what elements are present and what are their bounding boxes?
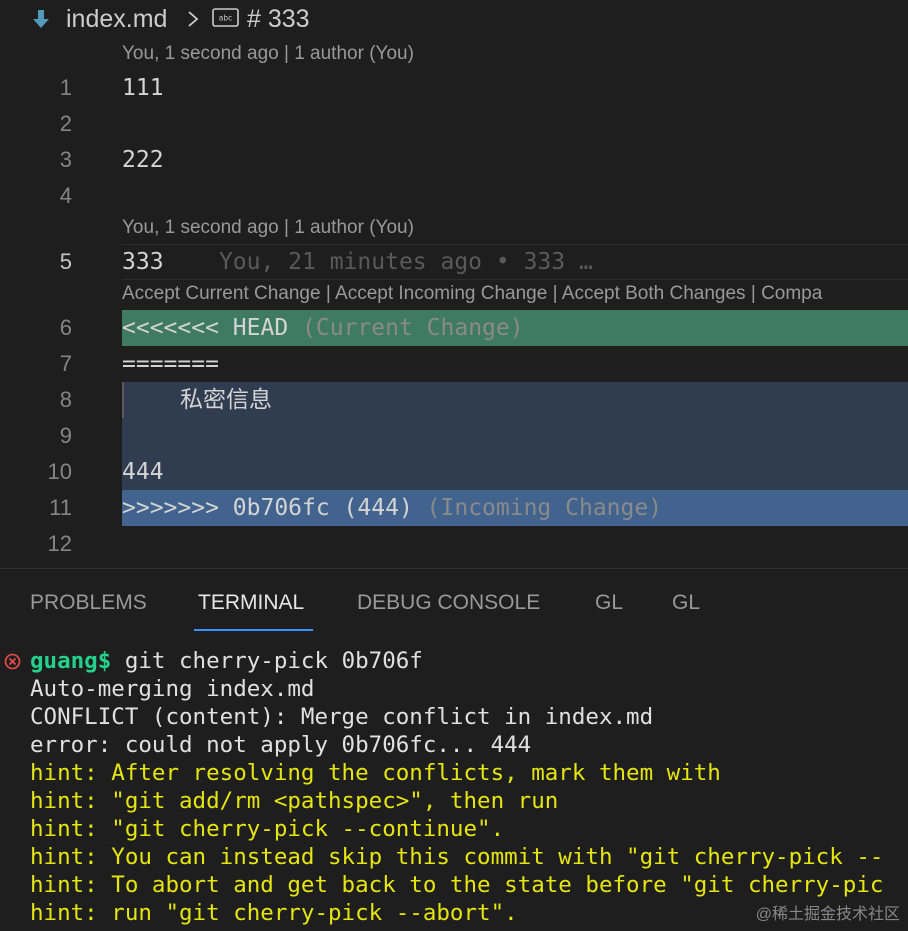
chevron-right-icon (188, 11, 199, 27)
editor[interactable]: You, 1 second ago | 1 author (You) You, … (0, 38, 908, 568)
terminal-hint-line: hint: After resolving the conflicts, mar… (30, 760, 721, 786)
code-line[interactable]: 222 (122, 142, 164, 178)
code-text: 333 (122, 249, 164, 275)
line-number: 4 (59, 183, 72, 208)
line-number: 3 (59, 147, 72, 172)
line-number: 12 (47, 531, 72, 556)
svg-text:abc: abc (219, 14, 232, 23)
codelens-separator: | (320, 283, 336, 304)
conflict-marker-incoming: >>>>>>> 0b706fc (444) (122, 495, 413, 521)
line-number: 5 (59, 249, 72, 274)
inline-blame: You, 21 minutes ago • 333 … (218, 249, 593, 275)
tab-debug-console[interactable]: DEBUG CONSOLE (357, 591, 540, 615)
code-line[interactable]: <<<<<<< HEAD (Current Change) (122, 310, 524, 346)
active-tab-indicator (194, 629, 313, 631)
string-symbol-icon: abc (212, 8, 239, 27)
conflict-marker-current: <<<<<<< HEAD (122, 315, 289, 341)
terminal-hint-line: hint: run "git cherry-pick --abort". (30, 900, 518, 926)
terminal-command-line: guang$ git cherry-pick 0b706f (30, 647, 423, 675)
breadcrumb-symbol[interactable]: # 333 (247, 5, 310, 34)
line-number: 1 (59, 75, 72, 100)
terminal-hint-line: hint: "git add/rm <pathspec>", then run (30, 788, 559, 814)
line-number: 8 (59, 387, 72, 412)
codelens-separator: | (547, 283, 562, 304)
terminal-prompt: guang$ (30, 648, 112, 674)
watermark: @稀土掘金技术社区 (755, 906, 900, 923)
tab-gl[interactable]: GL (595, 591, 623, 615)
tab-terminal[interactable]: TERMINAL (198, 591, 304, 615)
tab-gl[interactable]: GL (672, 591, 700, 615)
code-line[interactable]: 私密信息 (180, 382, 272, 418)
breadcrumb: index.md abc # 333 (0, 0, 908, 38)
breadcrumb-file[interactable]: index.md (66, 5, 167, 34)
codelens-separator: | (745, 283, 762, 304)
terminal[interactable]: guang$ git cherry-pick 0b706f Auto-mergi… (0, 647, 908, 931)
line-number: 10 (47, 459, 72, 484)
line-number: 6 (59, 315, 72, 340)
codelens-blame[interactable]: You, 1 second ago | 1 author (You) (122, 38, 414, 70)
merge-codelens: Accept Current Change | Accept Incoming … (122, 278, 822, 310)
line-number: 9 (59, 423, 72, 448)
terminal-hint-line: hint: You can instead skip this commit w… (30, 844, 884, 870)
terminal-output-line: CONFLICT (content): Merge conflict in in… (30, 704, 654, 730)
code-line[interactable]: 444 (122, 454, 164, 490)
codelens-blame[interactable]: You, 1 second ago | 1 author (You) (122, 212, 414, 244)
terminal-output-line: Auto-merging index.md (30, 676, 315, 702)
conflict-separator[interactable]: ======= (122, 346, 219, 382)
code-line[interactable]: 333 You, 21 minutes ago • 333 … (122, 244, 593, 280)
accept-both-changes-link[interactable]: Accept Both Changes (562, 283, 746, 304)
compare-changes-link[interactable]: Compa (761, 283, 822, 304)
line-number: 7 (59, 351, 72, 376)
accept-incoming-change-link[interactable]: Accept Incoming Change (335, 283, 547, 304)
code-line[interactable]: >>>>>>> 0b706fc (444) (Incoming Change) (122, 490, 662, 526)
terminal-hint-line: hint: To abort and get back to the state… (30, 872, 884, 898)
line-number: 11 (49, 495, 72, 520)
terminal-output-line: error: could not apply 0b706fc... 444 (30, 732, 532, 758)
incoming-change-label: (Incoming Change) (426, 495, 663, 521)
line-number: 2 (59, 111, 72, 136)
current-change-label: (Current Change) (302, 315, 524, 341)
tab-problems[interactable]: PROBLEMS (30, 591, 147, 615)
markdown-file-icon (33, 10, 49, 28)
indent-guide (122, 382, 124, 418)
accept-current-change-link[interactable]: Accept Current Change (122, 283, 321, 304)
bottom-panel: PROBLEMS TERMINAL DEBUG CONSOLE GL GL gu… (0, 568, 908, 930)
terminal-hint-line: hint: "git cherry-pick --continue". (30, 816, 505, 842)
error-circle-icon[interactable] (4, 653, 21, 670)
terminal-command: git cherry-pick 0b706f (111, 648, 423, 674)
code-line[interactable]: 111 (122, 70, 164, 106)
